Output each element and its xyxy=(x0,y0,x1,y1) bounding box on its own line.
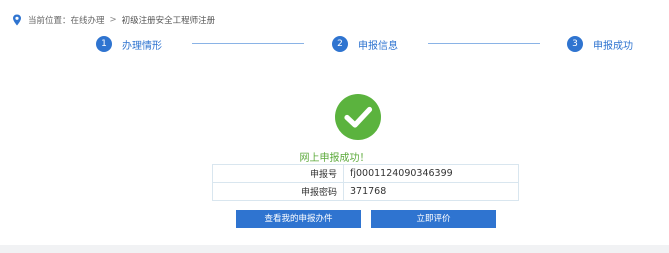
success-check-icon xyxy=(335,94,381,140)
step-2-number: 2 xyxy=(332,36,348,52)
location-pin-icon xyxy=(12,14,22,26)
breadcrumb-item-online[interactable]: 在线办理 xyxy=(71,14,105,26)
view-my-applications-button[interactable]: 查看我的申报办件 xyxy=(236,210,361,228)
step-3-label: 申报成功 xyxy=(593,40,633,52)
application-number-value: fj0001124090346399 xyxy=(343,164,519,183)
breadcrumb-separator: > xyxy=(109,15,117,25)
breadcrumb: 当前位置： 在线办理 > 初级注册安全工程师注册 xyxy=(12,13,215,27)
content-panel: 当前位置： 在线办理 > 初级注册安全工程师注册 1 办理情形 2 申报信息 3… xyxy=(0,0,669,245)
step-1-number: 1 xyxy=(96,36,112,52)
step-1: 1 办理情形 xyxy=(96,36,162,52)
application-password-value: 371768 xyxy=(343,182,519,201)
rate-now-button[interactable]: 立即评价 xyxy=(371,210,496,228)
application-password-label: 申报密码 xyxy=(212,182,344,201)
application-number-label: 申报号 xyxy=(212,164,344,183)
step-3-number: 3 xyxy=(567,36,583,52)
step-connector-2 xyxy=(428,43,540,44)
breadcrumb-item-current: 初级注册安全工程师注册 xyxy=(121,16,216,26)
table-row: 申报号 fj0001124090346399 xyxy=(212,164,519,183)
breadcrumb-location-label: 当前位置： xyxy=(28,16,71,26)
table-row: 申报密码 371768 xyxy=(212,182,519,201)
result-table: 申报号 fj0001124090346399 申报密码 371768 xyxy=(212,164,519,201)
page-footer-strip xyxy=(0,245,669,253)
step-connector-1 xyxy=(192,43,304,44)
step-3: 3 申报成功 xyxy=(567,36,633,52)
step-2-label: 申报信息 xyxy=(358,40,398,52)
step-1-label: 办理情形 xyxy=(122,40,162,52)
success-message: 网上申报成功！ xyxy=(299,153,370,164)
step-2: 2 申报信息 xyxy=(332,36,398,52)
